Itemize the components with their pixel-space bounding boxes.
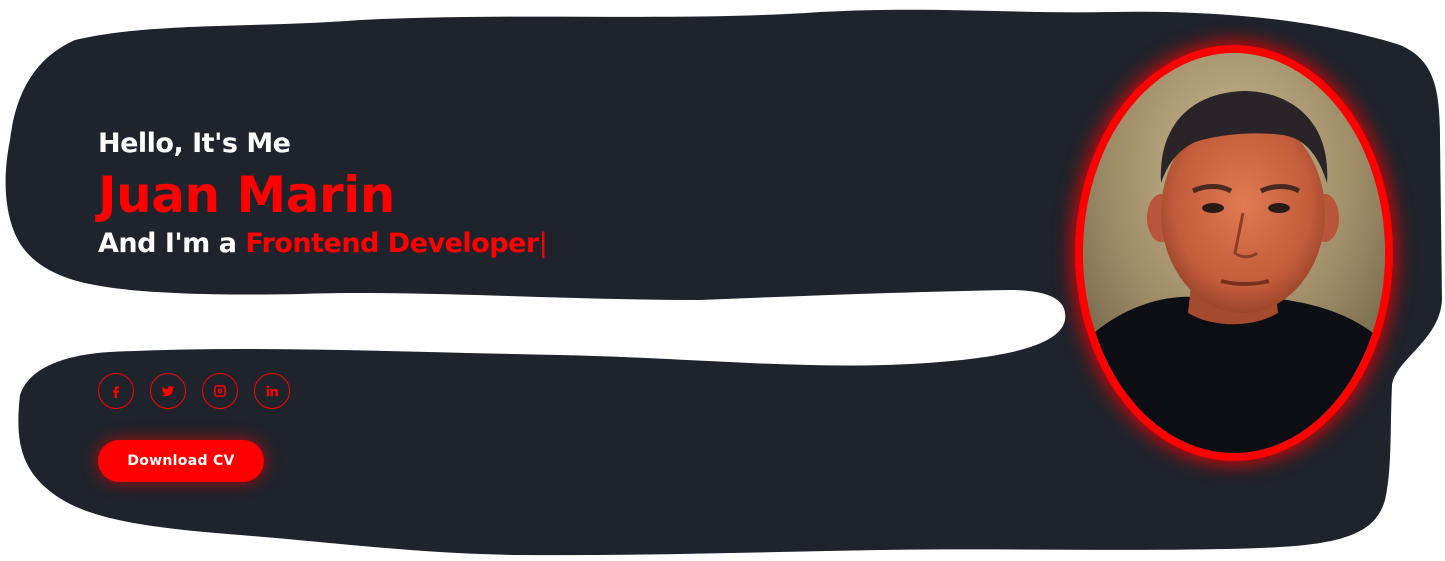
hero-section: Hello, It's Me Juan Marin And I'm a Fron… (0, 0, 1445, 561)
facebook-link[interactable] (98, 373, 134, 409)
social-links (98, 373, 290, 409)
portrait-illustration (1083, 53, 1385, 453)
role-line: And I'm a Frontend Developer| (98, 226, 548, 262)
typed-role: Frontend Developer (245, 228, 539, 259)
twitter-link[interactable] (150, 373, 186, 409)
typing-cursor: | (538, 228, 548, 259)
twitter-icon (161, 385, 175, 397)
download-cv-button[interactable]: Download CV (98, 440, 264, 482)
instagram-icon (214, 385, 226, 397)
linkedin-icon (266, 385, 278, 397)
facebook-icon (113, 386, 119, 398)
linkedin-link[interactable] (254, 373, 290, 409)
hero-text: Hello, It's Me Juan Marin And I'm a Fron… (98, 126, 548, 262)
greeting-text: Hello, It's Me (98, 128, 291, 159)
profile-photo (1075, 45, 1393, 461)
person-name: Juan Marin (98, 166, 395, 224)
role-prefix: And I'm a (98, 228, 237, 259)
instagram-link[interactable] (202, 373, 238, 409)
